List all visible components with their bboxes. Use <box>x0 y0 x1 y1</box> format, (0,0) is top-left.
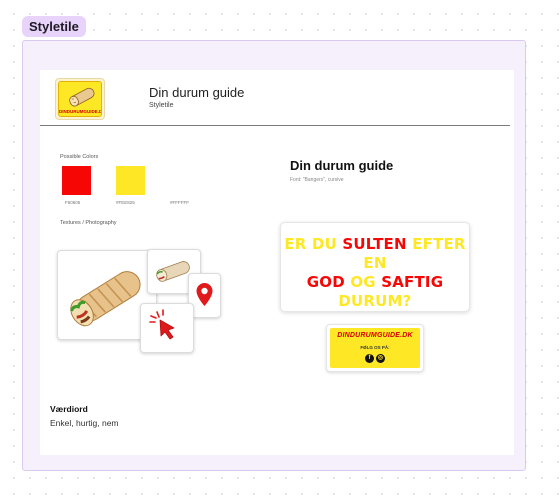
social-card-inner: DINDURUMGUIDE.DK FØLG OS PÅ: f ◎ <box>330 328 420 368</box>
swatch-yellow-label: #FEE825 <box>116 200 135 205</box>
styletile-board: DINDURUMGUIDE.DK Din durum guide Styleti… <box>40 70 514 455</box>
durum-logo-icon <box>69 87 95 107</box>
promo-line-3: DURUM? <box>338 292 412 310</box>
social-card: DINDURUMGUIDE.DK FØLG OS PÅ: f ◎ <box>326 324 424 372</box>
textures-label: Textures / Photography <box>60 220 117 226</box>
section-tag[interactable]: Styletile <box>22 16 86 37</box>
photo-card-click <box>140 303 194 353</box>
page-title: Din durum guide <box>149 85 245 100</box>
promo-text: SULTEN <box>342 235 407 253</box>
promo-card: ER DU SULTEN EFTER EN GOD OG SAFTIG DURU… <box>280 222 470 312</box>
promo-text: GOD <box>306 273 345 291</box>
swatch-red-label: F60605 <box>65 200 81 205</box>
logo-container: DINDURUMGUIDE.DK <box>55 78 105 120</box>
font-sample-caption: Font: "Bangers", cursive <box>290 177 344 183</box>
social-card-title: DINDURUMGUIDE.DK <box>337 332 413 339</box>
brand-logo: DINDURUMGUIDE.DK <box>58 81 102 117</box>
header-divider <box>40 125 510 126</box>
promo-text: OG <box>344 273 382 291</box>
font-sample-title: Din durum guide <box>290 158 394 173</box>
facebook-icon[interactable]: f <box>365 354 374 363</box>
values-title: Værdiord <box>50 404 88 414</box>
promo-text: ER DU <box>284 235 343 253</box>
promo-line-2: GOD OG SAFTIG <box>281 273 469 292</box>
page-subtitle: Styletile <box>149 102 174 109</box>
cursor-click-icon <box>149 309 175 340</box>
promo-line-1: ER DU SULTEN EFTER EN <box>281 235 469 273</box>
social-icons: f ◎ <box>330 354 420 363</box>
colors-label: Possible Colors <box>60 154 99 160</box>
swatch-yellow <box>116 166 145 195</box>
swatch-white <box>170 166 199 195</box>
instagram-icon[interactable]: ◎ <box>376 354 385 363</box>
social-card-follow: FØLG OS PÅ: <box>360 345 390 350</box>
values-text: Enkel, hurtig, nem <box>50 418 119 428</box>
swatch-red <box>62 166 91 195</box>
promo-text: SAFTIG <box>381 273 444 291</box>
logo-text: DINDURUMGUIDE.DK <box>59 109 102 114</box>
swatch-white-label: #FFFFFF <box>170 200 189 205</box>
